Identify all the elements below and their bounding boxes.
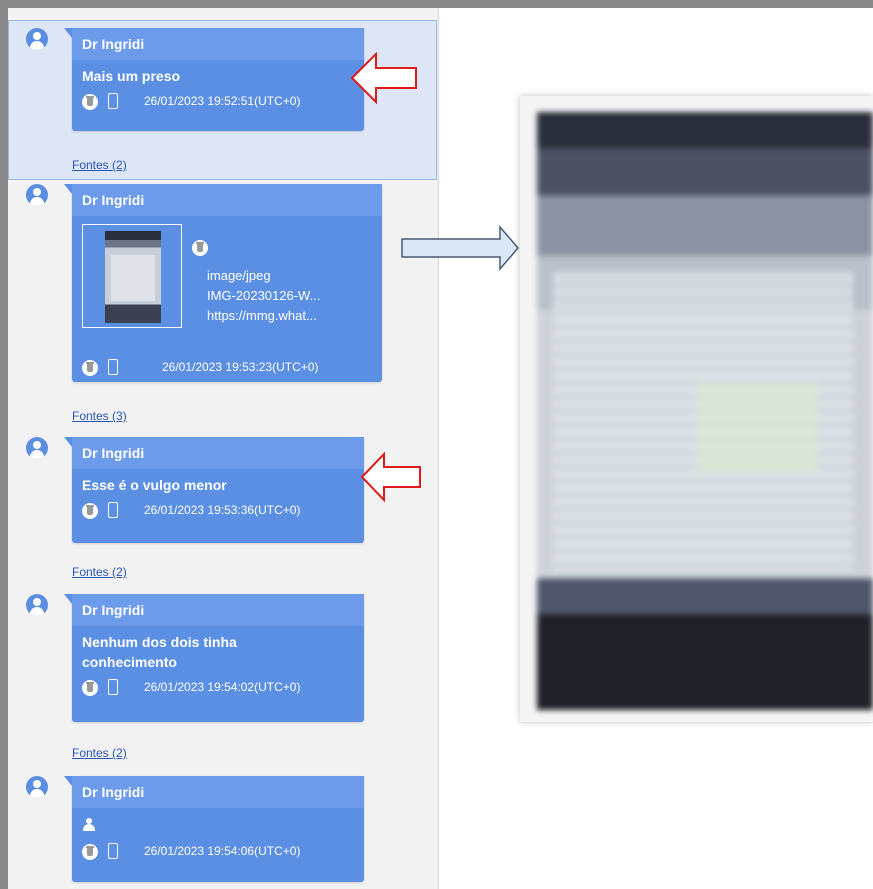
attachment-mime: image/jpeg <box>207 268 271 283</box>
sender-name: Dr Ingridi <box>72 28 364 60</box>
image-preview[interactable] <box>537 112 873 710</box>
timestamp: 26/01/2023 19:54:06(UTC+0) <box>144 844 301 858</box>
sources-link[interactable]: Fontes (2) <box>72 565 127 579</box>
phone-icon <box>108 843 118 859</box>
sources-link[interactable]: Fontes (2) <box>72 158 127 172</box>
phone-icon <box>108 502 118 518</box>
sources-link[interactable]: Fontes (2) <box>72 746 127 760</box>
deleted-trash-icon <box>82 844 98 860</box>
message-text-line: conhecimento <box>82 654 177 670</box>
message-bubble[interactable]: Dr Ingridi Mais um preso 26/01/2023 19:5… <box>64 28 364 131</box>
window-frame-left <box>0 0 8 889</box>
timestamp: 26/01/2023 19:53:36(UTC+0) <box>144 503 301 517</box>
attachment-trash-icon <box>192 240 208 256</box>
phone-icon <box>108 93 118 109</box>
sources-link[interactable]: Fontes (3) <box>72 409 127 423</box>
attachment-filename: IMG-20230126-W... <box>207 288 321 303</box>
message-bubble[interactable]: Dr Ingridi Esse é o vulgo menor 26/01/20… <box>64 437 364 543</box>
avatar-icon <box>26 184 48 206</box>
timestamp: 26/01/2023 19:53:23(UTC+0) <box>162 360 319 374</box>
timestamp: 26/01/2023 19:54:02(UTC+0) <box>144 680 301 694</box>
message-text-line: Nenhum dos dois tinha <box>82 634 237 650</box>
chat-panel[interactable]: Dr Ingridi Mais um preso 26/01/2023 19:5… <box>8 8 439 889</box>
avatar-icon <box>26 28 48 50</box>
window-frame-top <box>0 0 873 8</box>
message-text: Nenhum dos dois tinha conhecimento <box>72 626 364 674</box>
message-text: Mais um preso <box>82 68 181 84</box>
message-text: Esse é o vulgo menor <box>82 477 227 493</box>
avatar-icon <box>26 594 48 616</box>
avatar-icon <box>26 776 48 798</box>
deleted-trash-icon <box>82 360 98 376</box>
message-bubble[interactable]: Dr Ingridi 26/01/2023 19:54:06(UTC+0) <box>64 776 364 882</box>
attachment-url[interactable]: https://mmg.what... <box>207 306 320 326</box>
sender-name: Dr Ingridi <box>72 594 364 626</box>
image-thumbnail[interactable] <box>82 224 182 328</box>
message-bubble[interactable]: Dr Ingridi Nenhum dos dois tinha conheci… <box>64 594 364 722</box>
attachment-info: image/jpeg IMG-20230126-W... https://mmg… <box>207 266 320 326</box>
blank-contact-icon <box>82 817 96 831</box>
deleted-trash-icon <box>82 94 98 110</box>
message-bubble[interactable]: Dr Ingridi image/jpeg IMG-20230126-W... … <box>64 184 382 382</box>
sender-name: Dr Ingridi <box>72 776 364 808</box>
red-arrow-icon <box>350 52 417 104</box>
avatar-icon <box>26 437 48 459</box>
phone-icon <box>108 359 118 375</box>
deleted-trash-icon <box>82 503 98 519</box>
phone-icon <box>108 679 118 695</box>
red-arrow-icon <box>360 452 421 502</box>
timestamp: 26/01/2023 19:52:51(UTC+0) <box>144 94 301 108</box>
deleted-trash-icon <box>82 680 98 696</box>
sender-name: Dr Ingridi <box>72 437 364 469</box>
blue-arrow-icon <box>401 225 519 271</box>
sender-name: Dr Ingridi <box>72 184 382 216</box>
